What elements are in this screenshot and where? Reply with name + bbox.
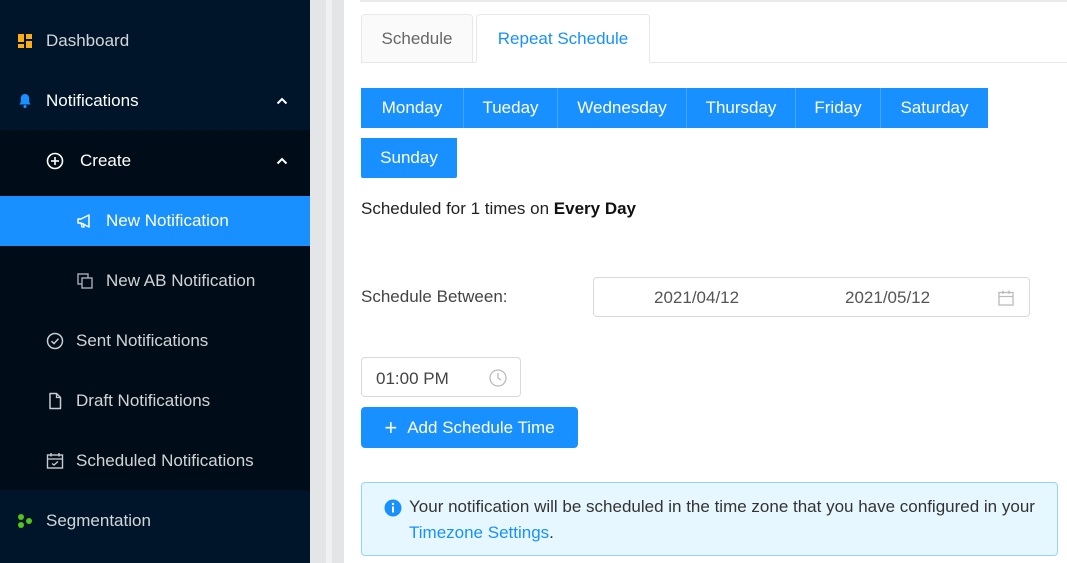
day-button-wednesday[interactable]: Wednesday <box>558 88 687 128</box>
sidebar-item-label: Segmentation <box>46 511 151 530</box>
schedule-between-label: Schedule Between: <box>361 287 508 306</box>
bell-icon <box>16 92 34 110</box>
sidebar-item-create[interactable]: Create <box>0 136 310 186</box>
clock-icon[interactable] <box>488 368 508 388</box>
sidebar-item-new-notification[interactable]: New Notification <box>0 196 310 246</box>
scrollbar-track <box>326 0 332 563</box>
chevron-up-icon <box>276 97 288 105</box>
sidebar-item-sent-notifications[interactable]: Sent Notifications <box>0 316 310 366</box>
calendar-icon <box>46 452 64 470</box>
schedule-summary: Scheduled for 1 times on Every Day <box>361 199 636 219</box>
sidebar-item-draft-notifications[interactable]: Draft Notifications <box>0 376 310 426</box>
end-date-field[interactable]: 2021/05/12 <box>845 288 930 308</box>
day-button-saturday[interactable]: Saturday <box>881 88 988 128</box>
chevron-up-icon <box>276 157 288 165</box>
day-button-tuesday[interactable]: Tueday <box>464 88 558 128</box>
sidebar-item-new-ab-notification[interactable]: New AB Notification <box>0 256 310 306</box>
sidebar-item-label: Scheduled Notifications <box>76 451 254 470</box>
date-range-picker[interactable]: 2021/04/12 2021/05/12 <box>593 277 1030 317</box>
sidebar-item-segmentation[interactable]: Segmentation <box>0 496 310 546</box>
copy-icon <box>76 272 94 290</box>
schedule-summary-text: Scheduled for 1 times on <box>361 199 554 218</box>
calendar-icon[interactable] <box>997 289 1015 307</box>
sidebar-item-label: New AB Notification <box>106 271 256 290</box>
day-button-sunday[interactable]: Sunday <box>361 138 457 178</box>
schedule-summary-frequency: Every Day <box>553 199 637 218</box>
layout-divider <box>310 0 344 563</box>
sidebar-item-dashboard[interactable]: Dashboard <box>0 16 310 66</box>
add-schedule-time-label: Add Schedule Time <box>407 417 555 437</box>
sidebar-item-label: Create <box>80 151 132 170</box>
sidebar: Dashboard Notifications Create New Notif… <box>0 0 310 563</box>
time-picker[interactable]: 01:00 PM <box>361 357 521 397</box>
main-content: Schedule Repeat Schedule Monday Tueday W… <box>344 0 1067 563</box>
day-button-friday[interactable]: Friday <box>796 88 881 128</box>
tab-bar: Schedule Repeat Schedule <box>361 14 1067 63</box>
tab-schedule[interactable]: Schedule <box>361 14 473 63</box>
timezone-settings-link[interactable]: Timezone Settings <box>409 523 549 542</box>
cluster-icon <box>16 512 34 530</box>
alert-message: Your notification will be scheduled in t… <box>409 494 1049 546</box>
day-button-thursday[interactable]: Thursday <box>687 88 796 128</box>
sidebar-item-label: Draft Notifications <box>76 391 211 410</box>
check-circle-icon <box>46 332 64 350</box>
info-icon <box>384 499 402 517</box>
megaphone-icon <box>76 212 94 230</box>
start-date-field[interactable]: 2021/04/12 <box>654 288 739 308</box>
sidebar-item-label: Notifications <box>46 91 139 110</box>
sidebar-item-notifications[interactable]: Notifications <box>0 76 310 126</box>
sidebar-item-label: New Notification <box>106 211 229 230</box>
sidebar-item-label: Dashboard <box>46 31 130 50</box>
sidebar-item-label: Sent Notifications <box>76 331 209 350</box>
dashboard-icon <box>16 32 34 50</box>
alert-text: Your notification will be scheduled in t… <box>409 497 1035 516</box>
plus-icon: + <box>384 414 398 440</box>
top-border <box>360 0 1067 2</box>
tab-repeat-schedule[interactable]: Repeat Schedule <box>476 14 650 63</box>
alert-suffix: . <box>549 523 554 542</box>
plus-circle-icon <box>46 152 64 170</box>
time-value[interactable]: 01:00 PM <box>376 369 449 389</box>
day-button-monday[interactable]: Monday <box>361 88 464 128</box>
sidebar-item-scheduled-notifications[interactable]: Scheduled Notifications <box>0 436 310 486</box>
timezone-info-alert: Your notification will be scheduled in t… <box>361 482 1058 556</box>
file-icon <box>46 392 64 410</box>
add-schedule-time-button[interactable]: + Add Schedule Time <box>361 407 578 448</box>
